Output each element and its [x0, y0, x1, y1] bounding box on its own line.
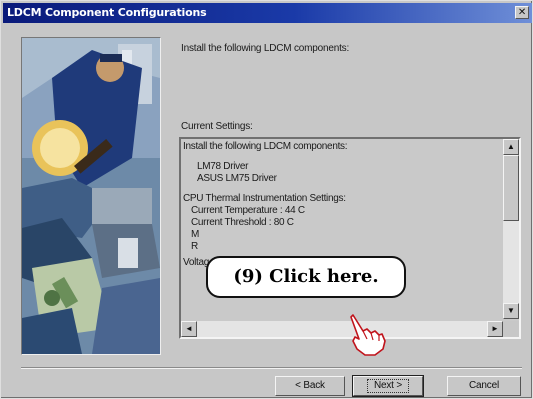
- next-button-label: Next >: [367, 379, 409, 393]
- settings-line: Current Threshold : 80 C: [191, 217, 294, 228]
- current-settings-label: Current Settings:: [181, 121, 253, 132]
- arrow-right-icon: ►: [491, 324, 499, 333]
- arrow-down-icon: ▼: [507, 306, 515, 315]
- intro-text: Install the following LDCM components:: [181, 43, 350, 54]
- settings-line: CPU Thermal Instrumentation Settings:: [183, 193, 346, 204]
- current-settings-box[interactable]: Install the following LDCM components: L…: [179, 137, 521, 339]
- pointing-hand-icon: [350, 314, 386, 356]
- title-bar[interactable]: LDCM Component Configurations ✕: [3, 3, 532, 23]
- back-button[interactable]: < Back: [275, 376, 345, 396]
- wizard-illustration-art: [22, 38, 160, 354]
- settings-line: ASUS LM75 Driver: [197, 173, 277, 184]
- settings-line: Current Temperature : 44 C: [191, 205, 305, 216]
- instruction-callout: (9) Click here.: [206, 256, 406, 298]
- back-button-label: < Back: [295, 380, 325, 391]
- scroll-up-button[interactable]: ▲: [503, 139, 519, 155]
- scrollbar-corner: [503, 321, 519, 337]
- window-title: LDCM Component Configurations: [7, 6, 207, 19]
- arrow-up-icon: ▲: [507, 142, 515, 151]
- callout-text: (9) Click here.: [233, 266, 379, 287]
- cancel-button[interactable]: Cancel: [447, 376, 521, 396]
- next-button[interactable]: Next >: [352, 375, 424, 397]
- cancel-button-label: Cancel: [469, 380, 499, 391]
- settings-line: R: [191, 241, 198, 252]
- close-icon: ✕: [517, 7, 527, 18]
- button-separator: [21, 367, 522, 369]
- vertical-scrollbar[interactable]: ▲ ▼: [503, 139, 519, 319]
- settings-line: Install the following LDCM components:: [183, 141, 348, 152]
- close-button[interactable]: ✕: [515, 6, 529, 19]
- scroll-right-button[interactable]: ►: [487, 321, 503, 337]
- scroll-down-button[interactable]: ▼: [503, 303, 519, 319]
- arrow-left-icon: ◄: [185, 324, 193, 333]
- settings-line: M: [191, 229, 200, 240]
- settings-line: LM78 Driver: [197, 161, 249, 172]
- scroll-left-button[interactable]: ◄: [181, 321, 197, 337]
- vertical-scroll-thumb[interactable]: [503, 155, 519, 221]
- ldcm-dialog: LDCM Component Configurations ✕ Install …: [0, 0, 533, 399]
- wizard-illustration: [21, 37, 161, 355]
